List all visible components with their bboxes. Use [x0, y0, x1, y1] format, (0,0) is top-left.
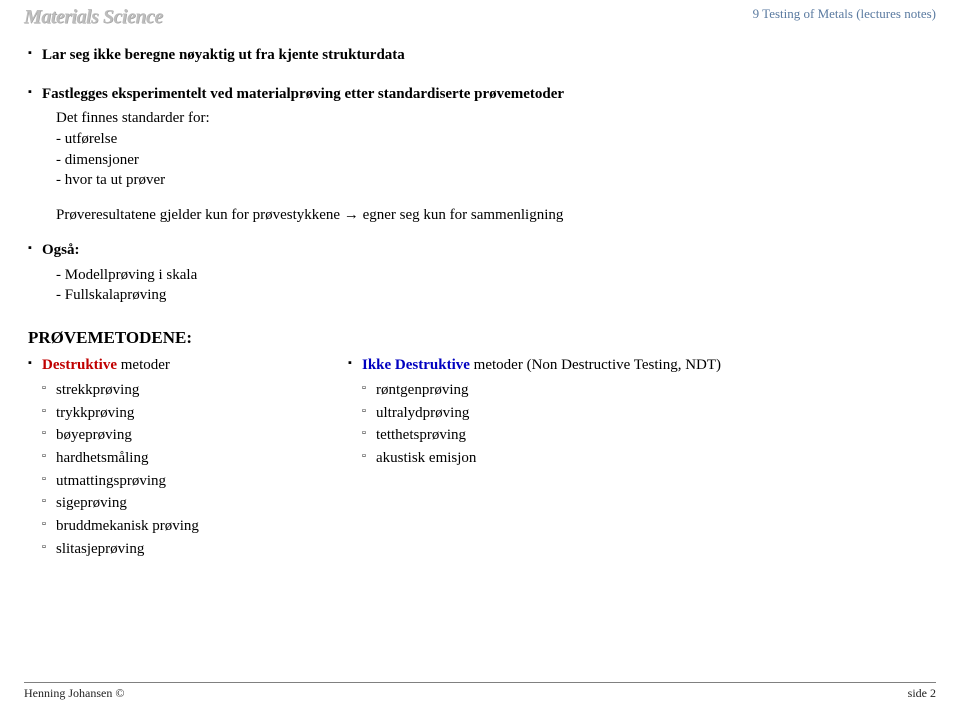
also-item-2: - Fullskalaprøving — [28, 285, 936, 306]
destructive-item: sigeprøving — [28, 493, 308, 514]
page: Materials Science 9 Testing of Metals (l… — [0, 0, 960, 711]
nondestructive-column: Ikke Destruktive metoder (Non Destructiv… — [348, 355, 936, 561]
section-title: PRØVEMETODENE: — [28, 326, 936, 349]
destructive-item: strekkprøving — [28, 380, 308, 401]
also-item-1: - Modellprøving i skala — [28, 265, 936, 286]
content: Lar seg ikke beregne nøyaktig ut fra kje… — [24, 45, 936, 562]
logo: Materials Science — [24, 6, 163, 29]
destructive-item: slitasjeprøving — [28, 539, 308, 560]
page-footer: Henning Johansen © side 2 — [24, 682, 936, 701]
standards-item-3: - hvor ta ut prøver — [28, 170, 936, 191]
nondestructive-item: ultralydprøving — [348, 403, 936, 424]
footer-page-number: side 2 — [908, 686, 936, 701]
destructive-item: hardhetsmåling — [28, 448, 308, 469]
results-note: Prøveresultatene gjelder kun for prøvest… — [28, 205, 936, 226]
destructive-item: trykkprøving — [28, 403, 308, 424]
destructive-item: utmattingsprøving — [28, 471, 308, 492]
destructive-rest: metoder — [117, 357, 170, 373]
nondestructive-label: Ikke Destruktive — [362, 357, 470, 373]
bullet-also: Også: — [28, 240, 936, 261]
methods-columns: Destruktive metoder strekkprøving trykkp… — [28, 355, 936, 561]
destructive-heading: Destruktive metoder — [28, 355, 308, 376]
destructive-item: bruddmekanisk prøving — [28, 516, 308, 537]
nondestructive-item: røntgenprøving — [348, 380, 936, 401]
destructive-column: Destruktive metoder strekkprøving trykkp… — [28, 355, 308, 561]
destructive-item: bøyeprøving — [28, 425, 308, 446]
bullet-experimental: Fastlegges eksperimentelt ved materialpr… — [28, 84, 936, 105]
standards-intro: Det finnes standarder for: — [28, 108, 936, 129]
header-chapter: 9 Testing of Metals (lectures notes) — [753, 6, 936, 22]
nondestructive-item: akustisk emisjon — [348, 448, 936, 469]
destructive-label: Destruktive — [42, 357, 117, 373]
page-header: Materials Science 9 Testing of Metals (l… — [24, 6, 936, 29]
nondestructive-rest: metoder (Non Destructive Testing, NDT) — [470, 357, 721, 373]
standards-item-1: - utførelse — [28, 129, 936, 150]
nondestructive-item: tetthetsprøving — [348, 425, 936, 446]
bullet-compute: Lar seg ikke beregne nøyaktig ut fra kje… — [28, 45, 936, 66]
standards-item-2: - dimensjoner — [28, 150, 936, 171]
nondestructive-heading: Ikke Destruktive metoder (Non Destructiv… — [348, 355, 936, 376]
footer-author: Henning Johansen © — [24, 686, 124, 701]
